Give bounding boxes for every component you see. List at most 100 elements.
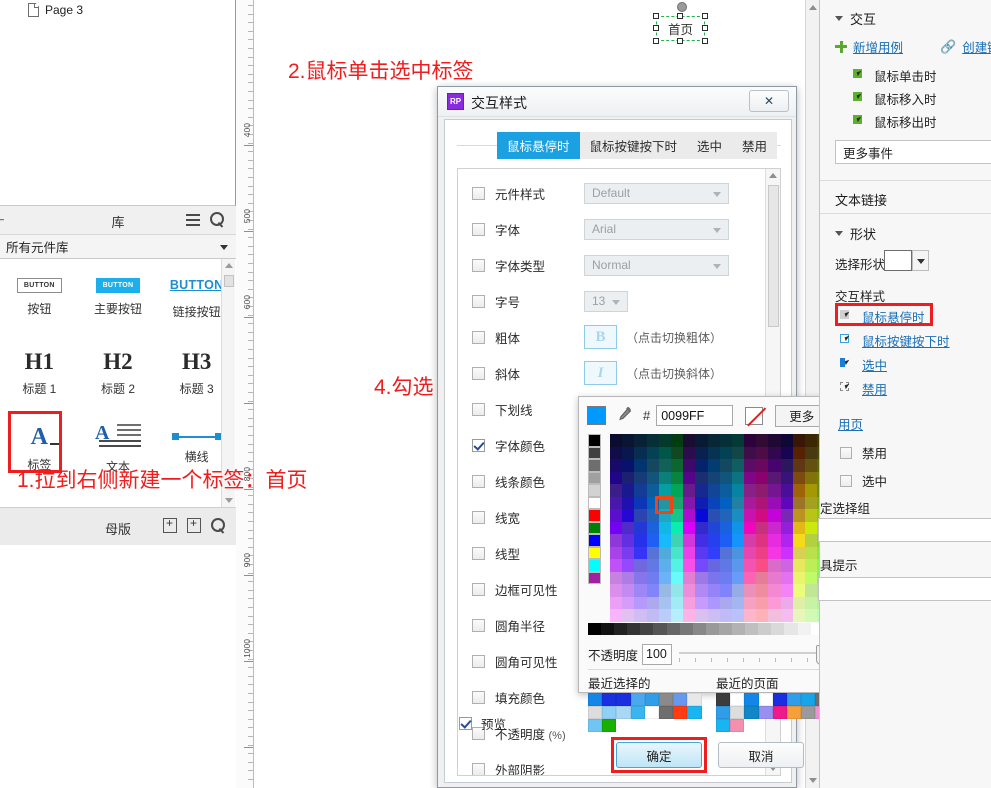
color-swatch[interactable] xyxy=(658,446,671,459)
color-swatch[interactable] xyxy=(780,446,793,459)
checkbox-border-visibility[interactable] xyxy=(472,582,485,596)
grey-swatch[interactable] xyxy=(627,623,641,635)
color-swatch[interactable] xyxy=(768,496,781,509)
checkbox-font-size[interactable] xyxy=(472,294,485,308)
color-swatch[interactable] xyxy=(646,471,659,484)
color-swatch[interactable] xyxy=(805,496,818,509)
page-tree-item-page3[interactable]: Page 3 xyxy=(28,0,83,20)
event-item-click[interactable]: 鼠标单击时 xyxy=(853,66,937,85)
color-swatch[interactable] xyxy=(683,434,696,447)
checkbox-font-type[interactable] xyxy=(472,258,485,272)
color-swatch[interactable] xyxy=(805,459,818,472)
color-swatch[interactable] xyxy=(646,571,659,584)
color-swatch[interactable] xyxy=(695,459,708,472)
color-swatch[interactable] xyxy=(658,471,671,484)
recent-color-swatch[interactable] xyxy=(744,706,759,719)
option-row-font[interactable]: 字体 Arial xyxy=(458,211,766,247)
color-swatch[interactable] xyxy=(646,584,659,597)
checkbox-row-disabled[interactable]: 禁用 xyxy=(840,443,887,462)
scrollbar-thumb[interactable] xyxy=(768,185,779,327)
basic-color-swatch[interactable] xyxy=(588,521,601,534)
add-folder-icon[interactable] xyxy=(187,515,204,535)
resize-handle-e[interactable] xyxy=(702,25,708,31)
recent-color-swatch[interactable] xyxy=(644,693,659,706)
color-swatch[interactable] xyxy=(719,509,732,522)
color-swatch[interactable] xyxy=(756,596,769,609)
color-swatch[interactable] xyxy=(658,459,671,472)
recent-color-swatch[interactable] xyxy=(716,693,731,706)
color-swatch[interactable] xyxy=(780,471,793,484)
color-swatch[interactable] xyxy=(805,584,818,597)
color-swatch[interactable] xyxy=(792,609,805,622)
checkbox-line-color[interactable] xyxy=(472,474,485,488)
checkbox-corner-visibility[interactable] xyxy=(472,654,485,668)
color-swatch[interactable] xyxy=(805,446,818,459)
color-swatch[interactable] xyxy=(670,484,684,497)
color-swatch[interactable] xyxy=(610,559,623,572)
color-swatch[interactable] xyxy=(610,496,623,509)
color-swatch[interactable] xyxy=(646,434,659,447)
option-row-bold[interactable]: 粗体 B （点击切换粗体） xyxy=(458,319,766,355)
color-swatch[interactable] xyxy=(731,534,745,547)
resize-handle-w[interactable] xyxy=(653,25,659,31)
color-swatch[interactable] xyxy=(622,546,635,559)
color-swatch[interactable] xyxy=(634,546,647,559)
color-swatch[interactable] xyxy=(805,509,818,522)
color-swatch[interactable] xyxy=(670,609,684,622)
color-swatch[interactable] xyxy=(683,484,696,497)
color-swatch[interactable] xyxy=(768,571,781,584)
color-swatch[interactable] xyxy=(683,496,696,509)
color-swatch[interactable] xyxy=(768,471,781,484)
grey-swatch[interactable] xyxy=(718,623,733,635)
checkbox-underline[interactable] xyxy=(472,402,485,416)
color-swatch[interactable] xyxy=(768,584,781,597)
grey-swatch[interactable] xyxy=(640,623,654,635)
color-swatch[interactable] xyxy=(744,446,757,459)
section-header-interaction[interactable]: 交互 xyxy=(835,9,876,28)
color-swatch[interactable] xyxy=(610,534,623,547)
more-events-dropdown[interactable]: 更多事件 xyxy=(835,140,991,164)
color-swatch[interactable] xyxy=(805,521,818,534)
option-row-italic[interactable]: 斜体 I （点击切换斜体） xyxy=(458,355,766,391)
color-swatch[interactable] xyxy=(719,609,732,622)
color-swatch[interactable] xyxy=(670,584,684,597)
color-swatch[interactable] xyxy=(780,434,793,447)
color-swatch[interactable] xyxy=(719,546,732,559)
recent-color-swatch[interactable] xyxy=(786,706,802,719)
color-swatch[interactable] xyxy=(756,534,769,547)
color-swatch[interactable] xyxy=(756,496,769,509)
color-swatch[interactable] xyxy=(670,596,684,609)
color-swatch[interactable] xyxy=(695,471,708,484)
color-swatch[interactable] xyxy=(695,496,708,509)
color-swatch[interactable] xyxy=(768,559,781,572)
color-swatch[interactable] xyxy=(731,609,745,622)
checkbox-row-selected[interactable]: 选中 xyxy=(840,471,887,490)
color-swatch[interactable] xyxy=(683,446,696,459)
style-item-disabled[interactable]: 禁用 xyxy=(840,379,887,398)
color-swatch[interactable] xyxy=(695,559,708,572)
recent-color-swatch[interactable] xyxy=(730,693,745,706)
color-swatch[interactable] xyxy=(792,459,805,472)
color-swatch[interactable] xyxy=(670,546,684,559)
color-swatch[interactable] xyxy=(622,559,635,572)
color-swatch[interactable] xyxy=(622,584,635,597)
color-swatch[interactable] xyxy=(683,559,696,572)
color-swatch[interactable] xyxy=(768,484,781,497)
basic-color-swatch[interactable] xyxy=(588,446,601,459)
color-swatch[interactable] xyxy=(780,571,793,584)
option-row-font-size[interactable]: 字号 13 xyxy=(458,283,766,319)
color-swatch[interactable] xyxy=(634,496,647,509)
color-swatch[interactable] xyxy=(719,571,732,584)
create-link-action[interactable]: 🔗 创建链 xyxy=(940,37,991,56)
color-swatch[interactable] xyxy=(756,559,769,572)
recent-color-swatch[interactable] xyxy=(673,693,688,706)
checkbox-italic[interactable] xyxy=(472,366,485,380)
event-item-mouse-enter[interactable]: 鼠标移入时 xyxy=(853,89,937,108)
color-swatch[interactable] xyxy=(756,546,769,559)
style-item-mouse-down[interactable]: 鼠标按键按下时 xyxy=(840,331,950,350)
color-swatch[interactable] xyxy=(622,596,635,609)
color-swatch[interactable] xyxy=(683,471,696,484)
color-swatch[interactable] xyxy=(792,584,805,597)
add-case-action[interactable]: 新增用例 xyxy=(835,37,903,56)
checkbox-line-style[interactable] xyxy=(472,546,485,560)
